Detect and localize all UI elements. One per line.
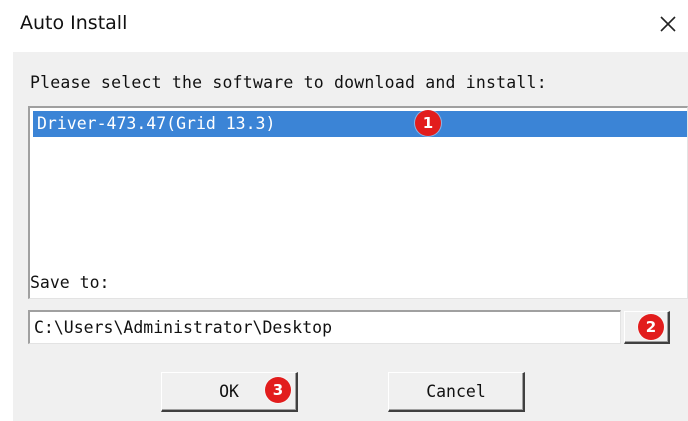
title-bar: Auto Install xyxy=(0,0,688,50)
save-to-label: Save to: xyxy=(30,273,110,292)
step-marker-2: 2 xyxy=(638,314,664,340)
step-marker-1: 1 xyxy=(415,110,441,136)
cancel-label: Cancel xyxy=(426,382,486,401)
software-listbox[interactable]: Driver-473.47(Grid 13.3) xyxy=(28,106,688,299)
list-item-driver[interactable]: Driver-473.47(Grid 13.3) xyxy=(33,111,687,137)
window-title: Auto Install xyxy=(20,12,128,34)
close-icon xyxy=(660,16,676,32)
prompt-label: Please select the software to download a… xyxy=(30,73,547,92)
step-marker-3: 3 xyxy=(265,377,291,403)
dialog-body: Please select the software to download a… xyxy=(13,52,688,421)
close-button[interactable] xyxy=(648,0,688,48)
list-item-label: Driver-473.47(Grid 13.3) xyxy=(37,114,276,133)
ok-label: OK xyxy=(219,382,239,401)
cancel-button[interactable]: Cancel xyxy=(388,372,525,412)
save-path-input[interactable] xyxy=(28,310,621,344)
